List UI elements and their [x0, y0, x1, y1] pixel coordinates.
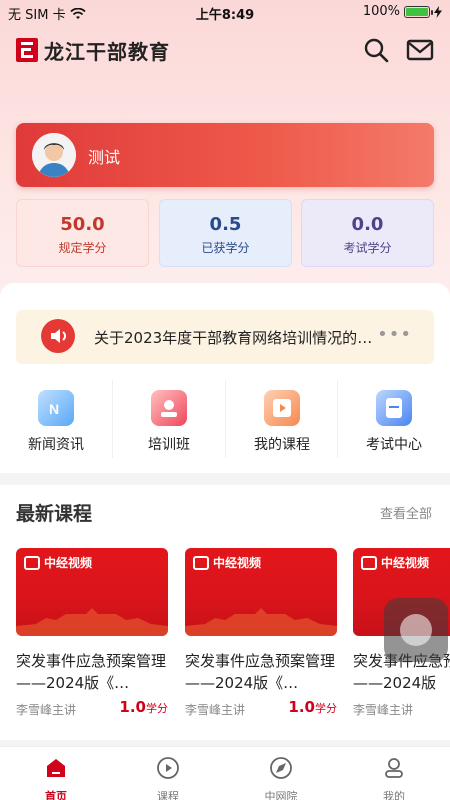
course-credit: 1.0学分	[288, 698, 337, 716]
course-thumbnail: 中经视频	[185, 548, 337, 636]
course-lecturer: 李雪峰主讲	[353, 703, 414, 717]
course-title: 突发事件应急预案管理——2024版《…	[185, 652, 336, 692]
app-header: 龙江干部教育	[0, 28, 450, 72]
tab-courses[interactable]: 课程	[112, 755, 224, 800]
home-icon	[47, 759, 65, 777]
course-lecturer: 李雪峰主讲	[16, 703, 77, 717]
news-icon: N	[38, 390, 74, 426]
view-all-link[interactable]: 查看全部	[380, 503, 432, 522]
exam-center-icon	[376, 390, 412, 426]
notice-bar[interactable]: 关于2023年度干部教育网络培训情况的通报 •••	[16, 310, 434, 364]
quick-link-my-courses[interactable]: 我的课程	[226, 380, 338, 460]
training-class-icon	[151, 390, 187, 426]
tab-label: 中网院	[264, 790, 298, 800]
battery-icon	[404, 5, 433, 18]
tab-cnwy[interactable]: 中网院	[225, 755, 337, 800]
building-silhouette-icon	[185, 608, 337, 636]
quick-link-news[interactable]: N 新闻资讯	[0, 380, 112, 460]
brand-label: 中经视频	[381, 556, 430, 570]
quick-link-exam-center[interactable]: 考试中心	[338, 380, 450, 460]
profile-card[interactable]: 测试	[16, 123, 434, 187]
stat-earned-credits[interactable]: 0.5 已获学分	[159, 199, 292, 267]
floating-assist-button[interactable]	[384, 598, 448, 662]
more-icon[interactable]: •••	[377, 324, 412, 345]
notice-text: 关于2023年度干部教育网络培训情况的通报	[94, 329, 374, 347]
stat-value: 0.5	[209, 214, 242, 235]
course-card[interactable]: 中经视频 突发事件应急预案管理——2024版《… 李雪峰主讲 1.0学分	[16, 548, 168, 718]
quick-link-label: 我的课程	[254, 437, 310, 453]
app-title: 龙江干部教育	[44, 40, 170, 64]
quick-link-label: 新闻资讯	[28, 437, 84, 453]
tab-label: 我的	[383, 790, 405, 800]
credit-value: 1.0	[288, 698, 315, 716]
my-courses-icon	[264, 390, 300, 426]
course-thumbnail: 中经视频	[16, 548, 168, 636]
stat-label: 已获学分	[201, 241, 250, 255]
username: 测试	[88, 148, 121, 167]
stat-label: 规定学分	[58, 241, 107, 255]
course-title: 突发事件应急预案管理——2024版《…	[16, 652, 167, 692]
quick-link-label: 考试中心	[366, 437, 422, 453]
course-card[interactable]: 中经视频 突发事件应急预案管理——2024版《… 李雪峰主讲 1.0学分	[185, 548, 337, 718]
mail-icon[interactable]	[406, 36, 434, 64]
svg-text:N: N	[49, 401, 59, 417]
course-lecturer: 李雪峰主讲	[185, 703, 246, 717]
stat-value: 50.0	[60, 214, 105, 235]
assistive-touch-icon	[400, 614, 432, 646]
credit-unit: 学分	[146, 702, 168, 715]
tab-mine[interactable]: 我的	[338, 755, 450, 800]
avatar[interactable]	[32, 133, 76, 177]
tab-label: 首页	[45, 790, 67, 800]
user-avatar-icon	[32, 133, 76, 177]
building-silhouette-icon	[16, 608, 168, 636]
stat-exam-credits[interactable]: 0.0 考试学分	[301, 199, 434, 267]
status-bar: 无 SIM 卡 上午8:49 100%	[0, 0, 450, 24]
credit-value: 1.0	[119, 698, 146, 716]
tab-home[interactable]: 首页	[0, 755, 112, 800]
stat-value: 0.0	[351, 214, 384, 235]
speaker-icon	[41, 319, 75, 353]
user-icon	[385, 758, 403, 778]
quick-link-training[interactable]: 培训班	[113, 380, 225, 460]
play-circle-icon	[157, 757, 179, 779]
tab-label: 课程	[157, 790, 179, 800]
quick-link-label: 培训班	[148, 437, 190, 453]
tab-bar: 首页 课程 中网院 我的	[0, 746, 450, 800]
course-credit: 1.0学分	[119, 698, 168, 716]
brand-logo-icon	[361, 555, 377, 570]
stat-label: 考试学分	[343, 241, 392, 255]
section-title: 最新课程	[16, 503, 93, 525]
search-icon[interactable]	[362, 36, 390, 64]
app-logo-icon	[16, 38, 38, 62]
charging-icon	[434, 5, 442, 18]
battery-percent: 100%	[362, 4, 400, 19]
credit-unit: 学分	[315, 702, 337, 715]
stat-required-credits[interactable]: 50.0 规定学分	[16, 199, 149, 267]
compass-icon	[270, 757, 292, 779]
